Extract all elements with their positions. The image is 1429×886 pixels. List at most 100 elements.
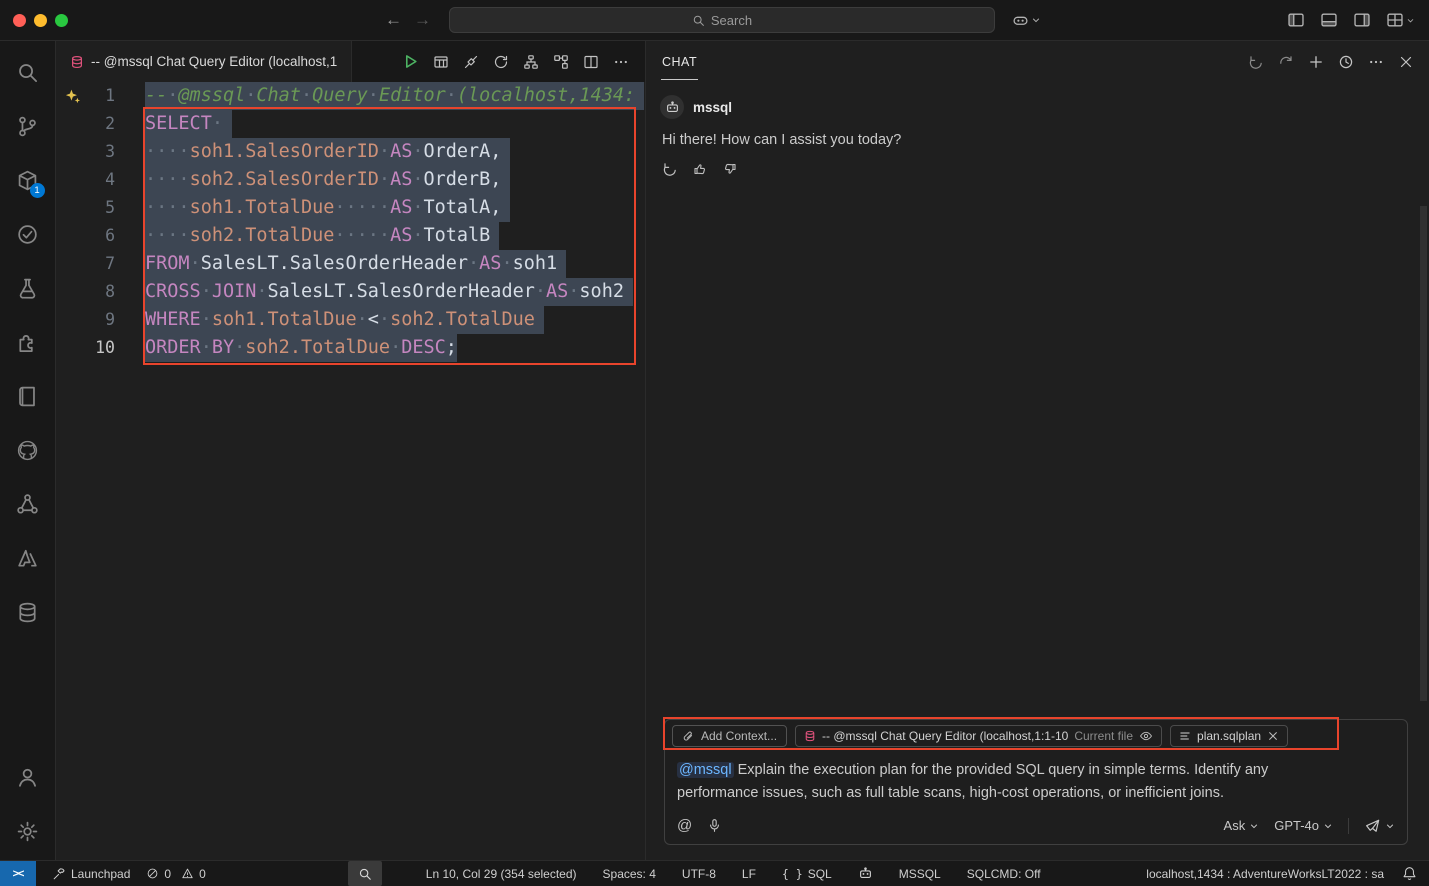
toggle-panel-icon[interactable] <box>1320 11 1338 29</box>
run-query-button[interactable] <box>402 53 419 70</box>
activity-docs-book[interactable] <box>4 369 52 423</box>
code-line-3[interactable]: 3····soh1.SalesOrderID·AS·OrderA, <box>56 138 645 166</box>
line-text: CROSS·JOIN·SalesLT.SalesOrderHeader·AS·s… <box>145 278 633 306</box>
notifications-bell-icon[interactable] <box>1402 866 1417 881</box>
pill-label: -- @mssql Chat Query Editor (localhost,1… <box>822 729 1068 743</box>
editor-tab[interactable]: -- @mssql Chat Query Editor (localhost,1 <box>56 41 352 82</box>
toggle-secondary-sidebar-icon[interactable] <box>1353 11 1371 29</box>
encoding-item[interactable]: UTF-8 <box>682 867 716 881</box>
code-line-8[interactable]: 8 CROSS·JOIN·SalesLT.SalesOrderHeader·AS·… <box>56 278 645 306</box>
database-icon <box>804 730 816 742</box>
activity-source-control[interactable] <box>4 99 52 153</box>
thumbs-up-icon[interactable] <box>692 161 708 177</box>
eol-item[interactable]: LF <box>742 867 756 881</box>
activity-azure[interactable] <box>4 531 52 585</box>
close-window-button[interactable] <box>13 14 26 27</box>
send-button[interactable] <box>1364 817 1395 834</box>
braces-icon: { } <box>782 867 803 881</box>
nav-forward-icon: → <box>414 10 431 30</box>
remote-indicator[interactable]: >< <box>0 861 36 886</box>
activity-extensions-box[interactable]: 1 <box>4 153 52 207</box>
microphone-icon[interactable] <box>707 818 722 833</box>
copilot-status-icon[interactable] <box>858 866 873 881</box>
launchpad-icon <box>52 867 66 881</box>
line-number: 4 <box>56 166 115 194</box>
close-panel-icon[interactable] <box>1398 54 1414 70</box>
chat-more-icon[interactable] <box>1368 54 1384 70</box>
nav-back-icon[interactable]: ← <box>385 10 402 30</box>
indentation-item[interactable]: Spaces: 4 <box>603 867 656 881</box>
model-dropdown[interactable]: GPT-4o <box>1274 818 1333 833</box>
mode-dropdown[interactable]: Ask <box>1224 818 1260 833</box>
undo-icon[interactable] <box>1248 54 1264 70</box>
mssql-item[interactable]: MSSQL <box>899 867 941 881</box>
activity-remote-hub[interactable] <box>4 477 52 531</box>
line-text: SELECT· <box>145 110 232 138</box>
context-pill-1[interactable]: -- @mssql Chat Query Editor (localhost,1… <box>795 725 1162 747</box>
chat-input-box[interactable]: Add Context... -- @mssql Chat Query Edit… <box>664 719 1408 845</box>
title-bar: ← → Search <box>0 0 1429 41</box>
cursor-position-item[interactable]: Ln 10, Col 29 (354 selected) <box>426 867 577 881</box>
copilot-titlebar-menu[interactable] <box>1012 0 1041 40</box>
query-plan-icon[interactable] <box>553 54 569 70</box>
more-actions-icon[interactable] <box>613 54 629 70</box>
activity-flask[interactable] <box>4 261 52 315</box>
chat-header: CHAT <box>646 41 1429 82</box>
pill-meta: Current file <box>1074 729 1133 743</box>
magnifier-status-item[interactable] <box>348 861 382 886</box>
add-context-button[interactable]: Add Context... <box>672 725 787 747</box>
close-icon[interactable] <box>1267 730 1279 742</box>
diagnostics-item[interactable]: 0 0 <box>146 867 205 881</box>
code-line-5[interactable]: 5····soh1.TotalDue·····AS·TotalA, <box>56 194 645 222</box>
command-center-search[interactable]: Search <box>449 7 995 33</box>
disconnect-icon[interactable] <box>463 54 479 70</box>
code-line-1[interactable]: 1--·@mssql·Chat·Query·Editor·(localhost,… <box>56 82 645 110</box>
chat-scrollbar[interactable] <box>1420 206 1427 701</box>
activity-search[interactable] <box>4 45 52 99</box>
customize-layout-icon[interactable] <box>1386 11 1415 29</box>
activity-accounts[interactable] <box>4 750 52 804</box>
code-line-2[interactable]: 2SELECT· <box>56 110 645 138</box>
code-line-4[interactable]: 4····soh2.SalesOrderID·AS·OrderB, <box>56 166 645 194</box>
connection-item[interactable]: localhost,1434 : AdventureWorksLT2022 : … <box>1146 867 1384 881</box>
activity-tests[interactable] <box>4 207 52 261</box>
line-number: 8 <box>56 278 115 306</box>
change-connection-icon[interactable] <box>493 54 509 70</box>
activity-github[interactable] <box>4 423 52 477</box>
activity-settings-gear[interactable] <box>4 804 52 858</box>
code-line-9[interactable]: 9WHERE·soh1.TotalDue·<·soh2.TotalDue <box>56 306 645 334</box>
pill-label: plan.sqlplan <box>1197 729 1261 743</box>
language-mode-item[interactable]: { }SQL <box>782 867 832 881</box>
eye-icon[interactable] <box>1139 729 1153 743</box>
new-chat-button[interactable] <box>1308 54 1324 70</box>
editor-lines: 1--·@mssql·Chat·Query·Editor·(localhost,… <box>56 82 645 362</box>
chat-history-icon[interactable] <box>1338 54 1354 70</box>
chevron-down-icon <box>1031 15 1041 25</box>
code-line-7[interactable]: 7FROM·SalesLT.SalesOrderHeader·AS·soh1 <box>56 250 645 278</box>
results-grid-icon[interactable] <box>433 54 449 70</box>
chevron-down-icon <box>1323 821 1333 831</box>
code-editor[interactable]: 1--·@mssql·Chat·Query·Editor·(localhost,… <box>56 82 645 860</box>
split-editor-icon[interactable] <box>583 54 599 70</box>
code-line-6[interactable]: 6····soh2.TotalDue·····AS·TotalB <box>56 222 645 250</box>
magnifier-icon <box>358 867 372 881</box>
sqlcmd-item[interactable]: SQLCMD: Off <box>967 867 1041 881</box>
copilot-sparkle-icon[interactable] <box>64 88 81 105</box>
redo-icon[interactable] <box>1278 54 1294 70</box>
schema-icon[interactable] <box>523 54 539 70</box>
thumbs-down-icon[interactable] <box>722 161 738 177</box>
launchpad-item[interactable]: Launchpad <box>52 867 130 881</box>
mention-button[interactable]: @ <box>677 818 692 833</box>
minimize-window-button[interactable] <box>34 14 47 27</box>
chat-prompt-input[interactable]: @mssql Explain the execution plan for th… <box>665 752 1333 808</box>
code-line-10[interactable]: 10ORDER·BY·soh2.TotalDue·DESC; <box>56 334 645 362</box>
toggle-sidebar-icon[interactable] <box>1287 11 1305 29</box>
activity-database[interactable] <box>4 585 52 639</box>
activity-bar: 1 <box>0 41 56 860</box>
chat-tab[interactable]: CHAT <box>661 43 698 80</box>
rerun-icon[interactable] <box>662 161 678 177</box>
context-pill-2[interactable]: plan.sqlplan <box>1170 725 1288 747</box>
search-icon <box>692 14 705 27</box>
zoom-window-button[interactable] <box>55 14 68 27</box>
activity-extensions[interactable] <box>4 315 52 369</box>
